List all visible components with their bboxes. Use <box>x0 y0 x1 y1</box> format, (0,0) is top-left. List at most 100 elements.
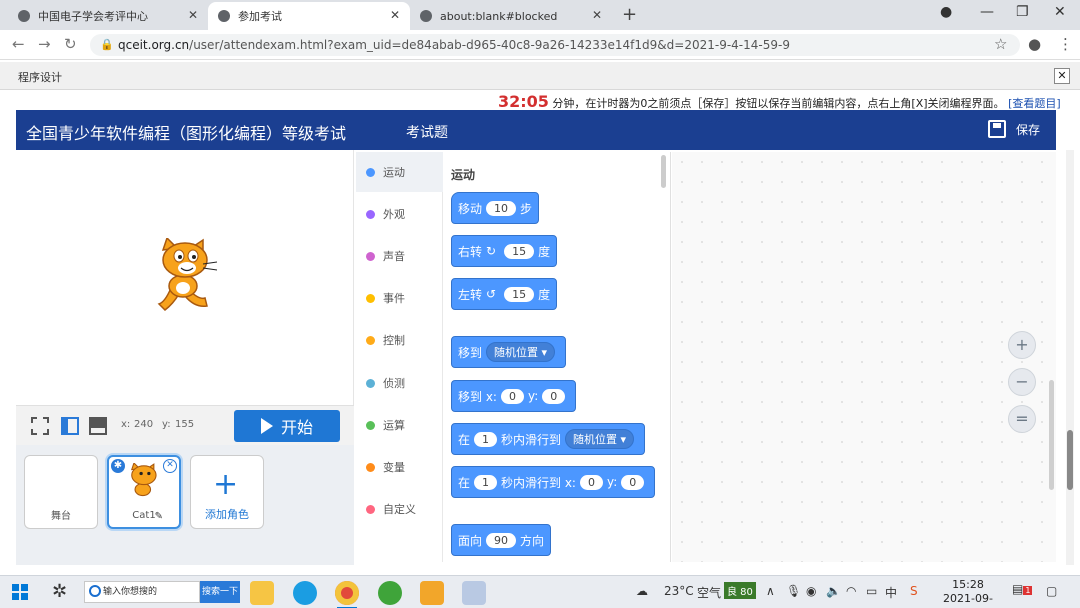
category-events[interactable]: 事件 <box>356 278 443 318</box>
pencil-icon[interactable]: ✎ <box>155 511 163 522</box>
bookmark-star-icon[interactable]: ☆ <box>994 35 1007 53</box>
windows-start-icon[interactable] <box>12 584 28 600</box>
fullscreen-icon[interactable] <box>30 416 50 436</box>
category-operators[interactable]: 运算 <box>356 405 443 445</box>
stage-card[interactable]: 舞台 <box>24 455 98 529</box>
block-categories: 运动 外观 声音 事件 控制 侦测 运算 变量 自定义 <box>356 152 443 562</box>
degrees-input[interactable]: 15 <box>504 286 535 302</box>
turn-left-block[interactable]: 左转 ↺ 15 度 <box>451 278 558 310</box>
paint-icon[interactable] <box>462 581 486 605</box>
small-stage-icon[interactable] <box>60 416 80 436</box>
more-menu-icon[interactable]: ⋮ <box>1058 35 1073 53</box>
profile-menu-icon[interactable]: ● <box>940 4 952 20</box>
category-variables[interactable]: 变量 <box>356 447 443 487</box>
pinwheel-app-icon[interactable]: ✲ <box>52 581 67 602</box>
code-workspace[interactable] <box>672 152 1056 562</box>
close-icon[interactable]: ✕ <box>188 8 198 22</box>
restore-icon[interactable]: ❐ <box>1016 4 1029 20</box>
y-input[interactable]: 0 <box>621 474 645 490</box>
ime-indicator[interactable]: 中 <box>885 584 897 601</box>
battery-icon[interactable]: ▭ <box>866 584 877 598</box>
x-input[interactable]: 0 <box>500 388 524 404</box>
forward-icon[interactable]: → <box>38 35 51 53</box>
wifi-icon[interactable]: ◠ <box>846 584 856 598</box>
direction-input[interactable]: 90 <box>486 532 517 548</box>
large-stage-icon[interactable] <box>88 416 108 436</box>
seconds-input[interactable]: 1 <box>474 474 498 490</box>
palette-scrollbar[interactable] <box>661 155 666 188</box>
edge-icon[interactable] <box>293 581 317 605</box>
url-field[interactable]: 🔒 qceit.org.cn/user/attendexam.html?exam_… <box>90 34 1020 56</box>
stage-canvas[interactable] <box>16 150 354 405</box>
category-looks[interactable]: 外观 <box>356 194 443 234</box>
action-center-icon[interactable]: ▢ <box>1046 584 1057 598</box>
minimize-icon[interactable]: — <box>980 4 994 20</box>
degrees-input[interactable]: 15 <box>504 243 535 259</box>
questions-tab[interactable]: 考试题 <box>406 122 448 142</box>
app-icon[interactable] <box>420 581 444 605</box>
tab-blank[interactable]: about:blank#blocked ✕ <box>410 2 612 30</box>
category-label: 事件 <box>383 292 405 305</box>
sogou-icon[interactable]: S <box>910 584 918 598</box>
target-dropdown[interactable]: 随机位置 ▾ <box>565 429 635 449</box>
move-steps-block[interactable]: 移动 10 步 <box>451 192 540 224</box>
delete-sprite-icon[interactable]: ✕ <box>163 459 177 473</box>
block-text: 移到 <box>458 345 483 360</box>
page-scrollbar-thumb[interactable] <box>1067 430 1073 490</box>
file-explorer-icon[interactable] <box>250 581 274 605</box>
taskbar-search-button[interactable]: 搜索一下 <box>200 581 240 603</box>
ie-icon[interactable] <box>378 581 402 605</box>
category-my-blocks[interactable]: 自定义 <box>356 489 443 529</box>
category-control[interactable]: 控制 <box>356 320 443 360</box>
cat-sprite[interactable] <box>151 238 223 314</box>
view-question-link[interactable]: [查看题目] <box>1008 97 1061 110</box>
steps-input[interactable]: 10 <box>486 200 517 216</box>
y-coordinate-value: 155 <box>175 419 195 430</box>
notification-count: 1 <box>1023 586 1033 595</box>
sprite-card-cat1[interactable]: ✱ ✕ Cat1 ✎ <box>107 455 181 529</box>
frame-close-button[interactable]: ✕ <box>1054 68 1070 84</box>
zoom-out-icon[interactable]: − <box>1008 368 1036 396</box>
add-sprite-button[interactable]: + 添加角色 <box>190 455 264 529</box>
category-sensing[interactable]: 侦测 <box>356 363 443 403</box>
notification-icon[interactable]: ▤ 1 <box>1012 582 1033 596</box>
taskbar-clock[interactable]: 15:28 2021-09-04 <box>938 578 998 608</box>
category-motion[interactable]: 运动 <box>356 152 443 192</box>
close-icon[interactable]: ✕ <box>390 8 400 22</box>
workspace-scrollbar[interactable] <box>1049 380 1054 490</box>
back-icon[interactable]: ← <box>12 35 25 53</box>
block-text: 步 <box>520 201 533 216</box>
target-dropdown[interactable]: 随机位置 ▾ <box>486 342 556 362</box>
chevron-up-icon[interactable]: ∧ <box>766 584 775 598</box>
tray-app-icon[interactable]: ◉ <box>806 584 816 598</box>
goto-xy-block[interactable]: 移到 x: 0 y: 0 <box>451 380 577 412</box>
glide-xy-block[interactable]: 在 1 秒内滑行到 x: 0 y: 0 <box>451 466 656 498</box>
lock-icon: 🔒 <box>100 38 114 51</box>
start-button[interactable]: 开始 <box>234 410 340 442</box>
microphone-icon[interactable]: 🎙 <box>786 584 801 598</box>
window-close-icon[interactable]: ✕ <box>1054 4 1066 20</box>
y-input[interactable]: 0 <box>542 388 566 404</box>
speaker-icon[interactable]: 🔈 <box>826 584 841 598</box>
zoom-in-icon[interactable]: + <box>1008 331 1036 359</box>
glide-random-block[interactable]: 在 1 秒内滑行到 随机位置 ▾ <box>451 423 646 455</box>
taskbar-search-input[interactable]: 输入你想搜的 <box>84 581 200 603</box>
new-tab-button[interactable]: + <box>622 4 637 25</box>
zoom-reset-icon[interactable]: = <box>1008 405 1036 433</box>
x-input[interactable]: 0 <box>579 474 603 490</box>
turn-right-block[interactable]: 右转 ↻ 15 度 <box>451 235 558 267</box>
tab-kaoping[interactable]: 中国电子学会考评中心 ✕ <box>8 2 208 30</box>
goto-random-block[interactable]: 移到 随机位置 ▾ <box>451 336 567 368</box>
page-scrollbar[interactable] <box>1066 150 1074 565</box>
sprite-settings-icon[interactable]: ✱ <box>111 459 125 473</box>
tab-attend-exam[interactable]: 参加考试 ✕ <box>208 2 410 30</box>
point-direction-block[interactable]: 面向 90 方向 <box>451 524 552 556</box>
close-icon[interactable]: ✕ <box>592 8 602 22</box>
reload-icon[interactable]: ↻ <box>64 35 77 53</box>
chrome-icon[interactable] <box>335 581 359 608</box>
save-button[interactable]: 保存 <box>987 120 1040 138</box>
account-icon[interactable]: ● <box>1028 35 1041 53</box>
seconds-input[interactable]: 1 <box>474 431 498 447</box>
category-sound[interactable]: 声音 <box>356 236 443 276</box>
sprite-name-label: Cat1 <box>132 510 156 521</box>
